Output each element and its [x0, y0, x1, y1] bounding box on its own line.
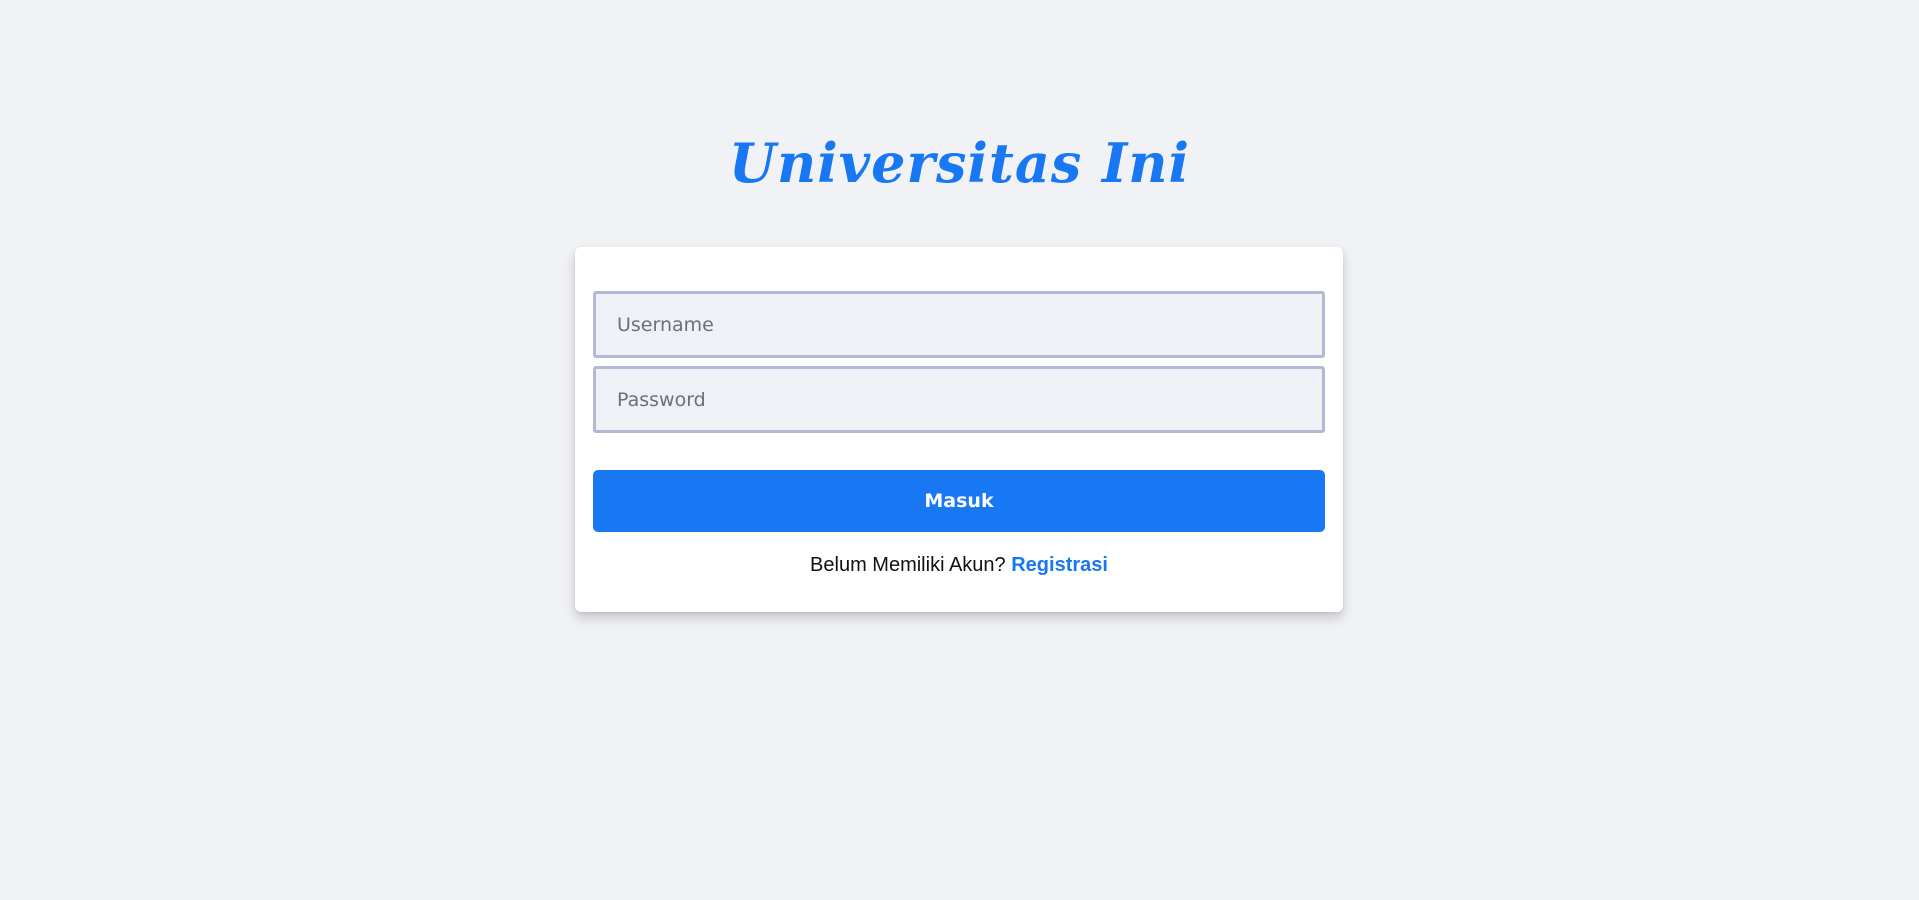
- password-input[interactable]: [593, 366, 1325, 433]
- register-link[interactable]: Registrasi: [1011, 554, 1108, 576]
- login-page: Universitas Ini Masuk Belum Memiliki Aku…: [0, 0, 1919, 900]
- login-button[interactable]: Masuk: [593, 470, 1325, 532]
- register-prompt-text: Belum Memiliki Akun?: [810, 554, 1006, 576]
- username-input[interactable]: [593, 291, 1325, 358]
- register-prompt-line: Belum Memiliki Akun? Registrasi: [593, 554, 1325, 577]
- brand-title: Universitas Ini: [728, 131, 1191, 195]
- login-card: Masuk Belum Memiliki Akun? Registrasi: [575, 247, 1343, 612]
